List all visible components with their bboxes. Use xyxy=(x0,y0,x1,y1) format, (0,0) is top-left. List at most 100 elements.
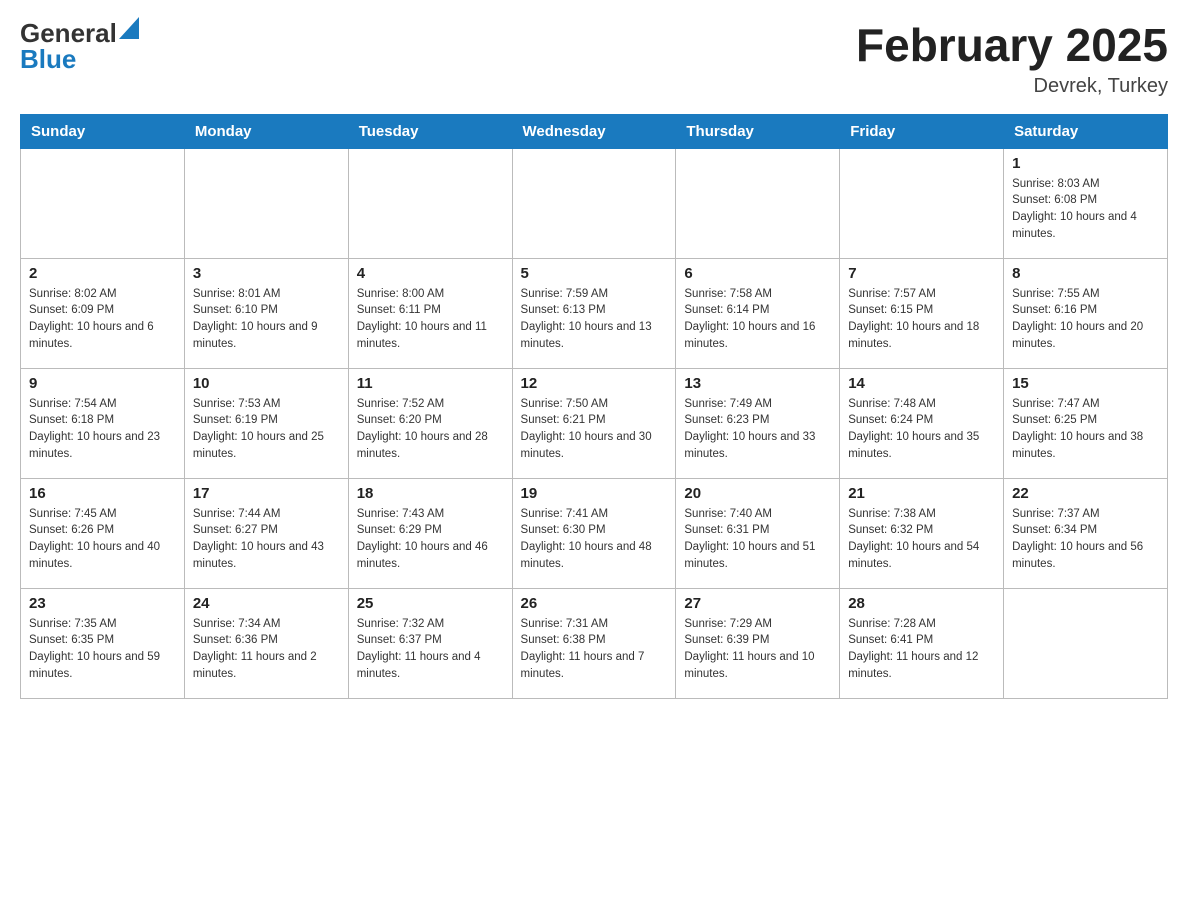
day-number: 16 xyxy=(29,485,176,502)
calendar-cell: 2 Sunrise: 8:02 AM Sunset: 6:09 PM Daylig… xyxy=(21,258,185,368)
day-info: Sunrise: 8:00 AM Sunset: 6:11 PM Dayligh… xyxy=(357,286,504,353)
calendar-cell xyxy=(840,148,1004,258)
day-info: Sunrise: 8:01 AM Sunset: 6:10 PM Dayligh… xyxy=(193,286,340,353)
day-number: 26 xyxy=(521,595,668,612)
day-info: Sunrise: 7:28 AM Sunset: 6:41 PM Dayligh… xyxy=(848,616,995,683)
day-number: 21 xyxy=(848,485,995,502)
calendar-cell: 8 Sunrise: 7:55 AM Sunset: 6:16 PM Daylig… xyxy=(1004,258,1168,368)
logo-general-text: General xyxy=(20,20,117,46)
day-info: Sunrise: 7:57 AM Sunset: 6:15 PM Dayligh… xyxy=(848,286,995,353)
day-info: Sunrise: 7:53 AM Sunset: 6:19 PM Dayligh… xyxy=(193,396,340,463)
day-info: Sunrise: 7:38 AM Sunset: 6:32 PM Dayligh… xyxy=(848,506,995,573)
day-header-thursday: Thursday xyxy=(676,114,840,148)
calendar-cell: 28 Sunrise: 7:28 AM Sunset: 6:41 PM Dayli… xyxy=(840,588,1004,698)
day-info: Sunrise: 7:31 AM Sunset: 6:38 PM Dayligh… xyxy=(521,616,668,683)
week-row-4: 16 Sunrise: 7:45 AM Sunset: 6:26 PM Dayli… xyxy=(21,478,1168,588)
page-header: General Blue February 2025 Devrek, Turke… xyxy=(20,20,1168,98)
calendar-cell xyxy=(184,148,348,258)
day-info: Sunrise: 7:32 AM Sunset: 6:37 PM Dayligh… xyxy=(357,616,504,683)
calendar-cell: 3 Sunrise: 8:01 AM Sunset: 6:10 PM Daylig… xyxy=(184,258,348,368)
calendar-cell: 25 Sunrise: 7:32 AM Sunset: 6:37 PM Dayli… xyxy=(348,588,512,698)
calendar-cell: 1Sunrise: 8:03 AM Sunset: 6:08 PM Daylig… xyxy=(1004,148,1168,258)
calendar-cell: 24 Sunrise: 7:34 AM Sunset: 6:36 PM Dayli… xyxy=(184,588,348,698)
day-number: 28 xyxy=(848,595,995,612)
day-info: Sunrise: 7:49 AM Sunset: 6:23 PM Dayligh… xyxy=(684,396,831,463)
calendar-cell xyxy=(512,148,676,258)
day-info: Sunrise: 7:55 AM Sunset: 6:16 PM Dayligh… xyxy=(1012,286,1159,353)
calendar-cell: 26 Sunrise: 7:31 AM Sunset: 6:38 PM Dayli… xyxy=(512,588,676,698)
day-info: Sunrise: 7:44 AM Sunset: 6:27 PM Dayligh… xyxy=(193,506,340,573)
calendar-cell: 19Sunrise: 7:41 AM Sunset: 6:30 PM Dayli… xyxy=(512,478,676,588)
calendar-cell: 23 Sunrise: 7:35 AM Sunset: 6:35 PM Dayli… xyxy=(21,588,185,698)
day-info: Sunrise: 7:48 AM Sunset: 6:24 PM Dayligh… xyxy=(848,396,995,463)
calendar-cell: 17Sunrise: 7:44 AM Sunset: 6:27 PM Dayli… xyxy=(184,478,348,588)
calendar-table: SundayMondayTuesdayWednesdayThursdayFrid… xyxy=(20,114,1168,699)
week-row-3: 9Sunrise: 7:54 AM Sunset: 6:18 PM Daylig… xyxy=(21,368,1168,478)
day-number: 23 xyxy=(29,595,176,612)
calendar-header-row: SundayMondayTuesdayWednesdayThursdayFrid… xyxy=(21,114,1168,148)
calendar-cell: 6Sunrise: 7:58 AM Sunset: 6:14 PM Daylig… xyxy=(676,258,840,368)
calendar-cell: 11 Sunrise: 7:52 AM Sunset: 6:20 PM Dayli… xyxy=(348,368,512,478)
month-title: February 2025 xyxy=(856,20,1168,71)
day-info: Sunrise: 7:59 AM Sunset: 6:13 PM Dayligh… xyxy=(521,286,668,353)
calendar-cell: 20 Sunrise: 7:40 AM Sunset: 6:31 PM Dayli… xyxy=(676,478,840,588)
calendar-cell: 5Sunrise: 7:59 AM Sunset: 6:13 PM Daylig… xyxy=(512,258,676,368)
day-number: 27 xyxy=(684,595,831,612)
calendar-cell: 10 Sunrise: 7:53 AM Sunset: 6:19 PM Dayli… xyxy=(184,368,348,478)
calendar-cell: 7 Sunrise: 7:57 AM Sunset: 6:15 PM Daylig… xyxy=(840,258,1004,368)
day-info: Sunrise: 7:50 AM Sunset: 6:21 PM Dayligh… xyxy=(521,396,668,463)
day-number: 22 xyxy=(1012,485,1159,502)
day-info: Sunrise: 7:40 AM Sunset: 6:31 PM Dayligh… xyxy=(684,506,831,573)
day-number: 6 xyxy=(684,265,831,282)
day-header-sunday: Sunday xyxy=(21,114,185,148)
day-number: 3 xyxy=(193,265,340,282)
day-number: 10 xyxy=(193,375,340,392)
day-info: Sunrise: 8:02 AM Sunset: 6:09 PM Dayligh… xyxy=(29,286,176,353)
day-number: 25 xyxy=(357,595,504,612)
title-area: February 2025 Devrek, Turkey xyxy=(856,20,1168,98)
day-number: 9 xyxy=(29,375,176,392)
day-number: 20 xyxy=(684,485,831,502)
day-info: Sunrise: 7:37 AM Sunset: 6:34 PM Dayligh… xyxy=(1012,506,1159,573)
calendar-cell: 14 Sunrise: 7:48 AM Sunset: 6:24 PM Dayli… xyxy=(840,368,1004,478)
calendar-cell: 22 Sunrise: 7:37 AM Sunset: 6:34 PM Dayli… xyxy=(1004,478,1168,588)
day-number: 11 xyxy=(357,375,504,392)
day-number: 18 xyxy=(357,485,504,502)
logo-blue-text: Blue xyxy=(20,44,76,74)
location-text: Devrek, Turkey xyxy=(856,75,1168,98)
week-row-5: 23 Sunrise: 7:35 AM Sunset: 6:35 PM Dayli… xyxy=(21,588,1168,698)
day-header-monday: Monday xyxy=(184,114,348,148)
calendar-cell: 12 Sunrise: 7:50 AM Sunset: 6:21 PM Dayli… xyxy=(512,368,676,478)
logo: General Blue xyxy=(20,20,139,72)
day-number: 12 xyxy=(521,375,668,392)
calendar-cell: 21 Sunrise: 7:38 AM Sunset: 6:32 PM Dayli… xyxy=(840,478,1004,588)
day-header-tuesday: Tuesday xyxy=(348,114,512,148)
day-info: Sunrise: 7:34 AM Sunset: 6:36 PM Dayligh… xyxy=(193,616,340,683)
day-info: Sunrise: 7:35 AM Sunset: 6:35 PM Dayligh… xyxy=(29,616,176,683)
day-number: 1 xyxy=(1012,155,1159,172)
week-row-2: 2 Sunrise: 8:02 AM Sunset: 6:09 PM Daylig… xyxy=(21,258,1168,368)
day-number: 8 xyxy=(1012,265,1159,282)
calendar-cell: 18Sunrise: 7:43 AM Sunset: 6:29 PM Dayli… xyxy=(348,478,512,588)
calendar-cell: 4 Sunrise: 8:00 AM Sunset: 6:11 PM Daylig… xyxy=(348,258,512,368)
calendar-cell xyxy=(1004,588,1168,698)
day-number: 2 xyxy=(29,265,176,282)
day-number: 4 xyxy=(357,265,504,282)
day-number: 14 xyxy=(848,375,995,392)
day-number: 19 xyxy=(521,485,668,502)
calendar-cell xyxy=(348,148,512,258)
day-info: Sunrise: 7:52 AM Sunset: 6:20 PM Dayligh… xyxy=(357,396,504,463)
day-header-friday: Friday xyxy=(840,114,1004,148)
day-header-saturday: Saturday xyxy=(1004,114,1168,148)
day-number: 24 xyxy=(193,595,340,612)
day-number: 15 xyxy=(1012,375,1159,392)
calendar-cell: 27 Sunrise: 7:29 AM Sunset: 6:39 PM Dayli… xyxy=(676,588,840,698)
day-number: 13 xyxy=(684,375,831,392)
calendar-cell: 13 Sunrise: 7:49 AM Sunset: 6:23 PM Dayli… xyxy=(676,368,840,478)
day-info: Sunrise: 7:45 AM Sunset: 6:26 PM Dayligh… xyxy=(29,506,176,573)
day-info: Sunrise: 7:29 AM Sunset: 6:39 PM Dayligh… xyxy=(684,616,831,683)
calendar-cell xyxy=(676,148,840,258)
week-row-1: 1Sunrise: 8:03 AM Sunset: 6:08 PM Daylig… xyxy=(21,148,1168,258)
calendar-cell xyxy=(21,148,185,258)
day-number: 7 xyxy=(848,265,995,282)
